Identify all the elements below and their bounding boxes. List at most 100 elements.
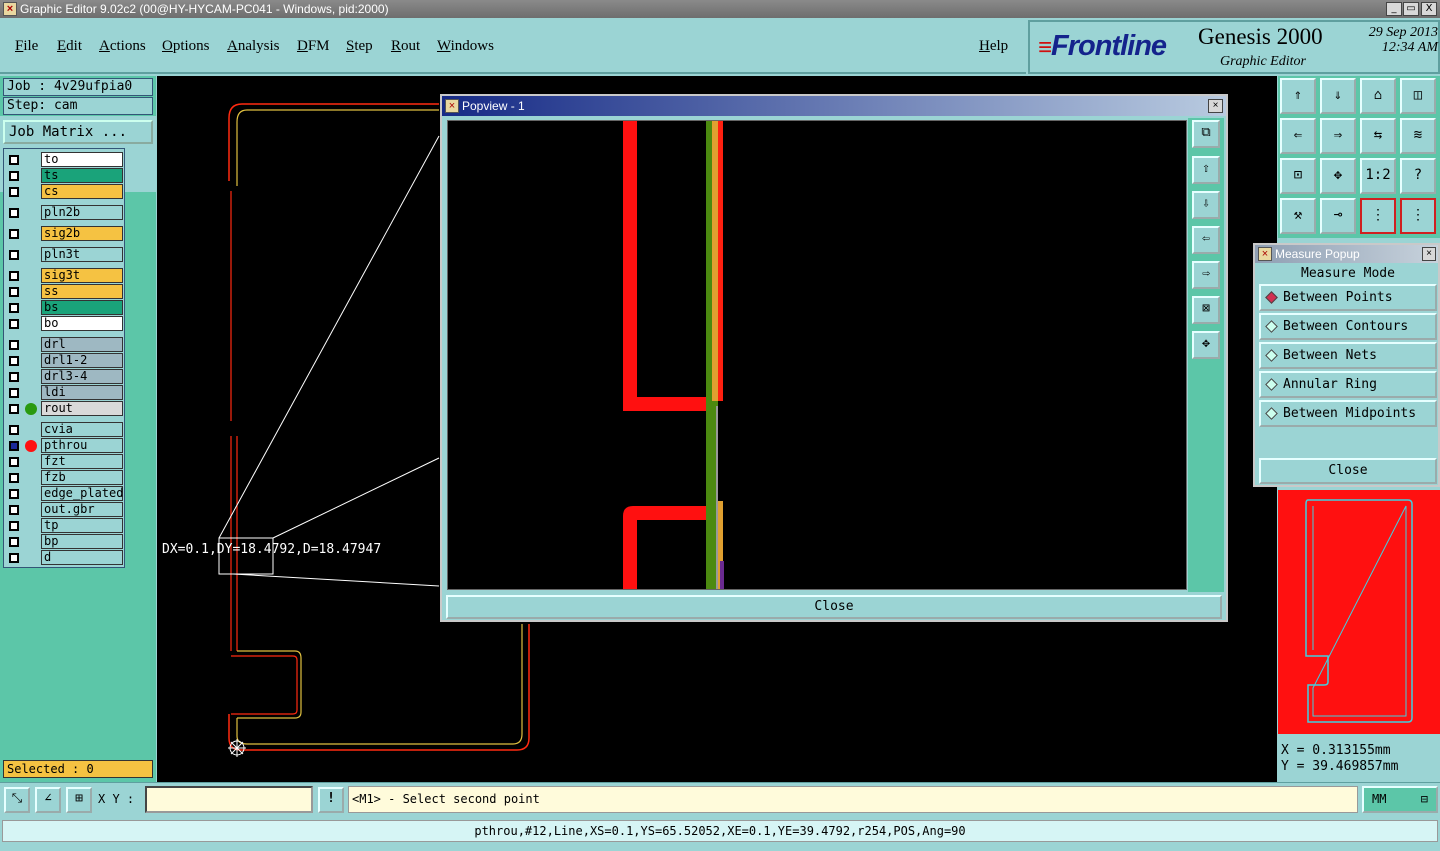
layer-row-sig3t[interactable]: sig3t <box>5 268 125 284</box>
menu-rout[interactable]: Rout <box>391 38 420 55</box>
layer-row-cvia[interactable]: cvia <box>5 422 125 438</box>
close-window-button[interactable]: X <box>1421 2 1437 16</box>
zoom-ratio-button[interactable]: 1:2 <box>1360 158 1396 194</box>
units-select[interactable]: MM ⊟ <box>1362 786 1438 813</box>
layer-name[interactable]: fzt <box>41 454 123 469</box>
layer-name[interactable]: drl1-2 <box>41 353 123 368</box>
minimize-button[interactable]: _ <box>1386 2 1402 16</box>
layer-row-pln3t[interactable]: pln3t <box>5 247 125 263</box>
overview-map[interactable] <box>1278 490 1440 734</box>
pan-left-icon[interactable]: ⇐ <box>1280 118 1316 154</box>
layer-name[interactable]: ldi <box>41 385 123 400</box>
layer-row-cs[interactable]: cs <box>5 184 125 200</box>
grid-icon[interactable]: ⊞ <box>66 787 92 813</box>
layer-name[interactable]: drl <box>41 337 123 352</box>
layer-checkbox[interactable] <box>9 208 19 218</box>
measure-option-between-points[interactable]: Between Points <box>1259 284 1437 311</box>
zoom-center-icon[interactable]: ✥ <box>1320 158 1356 194</box>
pan-right-icon[interactable]: ⇒ <box>1320 118 1356 154</box>
layer-name[interactable]: edge_plated <box>41 486 123 501</box>
measure-option-between-midpoints[interactable]: Between Midpoints <box>1259 400 1437 427</box>
layer-checkbox[interactable] <box>9 250 19 260</box>
zoom-center-icon[interactable]: ✥ <box>1192 331 1220 359</box>
job-matrix-button[interactable]: Job Matrix ... <box>3 120 153 144</box>
measure-tool-icon[interactable]: ⊸ <box>1320 198 1356 234</box>
layer-checkbox[interactable] <box>9 388 19 398</box>
home-icon[interactable]: ⌂ <box>1360 78 1396 114</box>
menu-analysis[interactable]: Analysis <box>227 38 280 55</box>
swap-icon[interactable]: ⇆ <box>1360 118 1396 154</box>
layer-row-pln2b[interactable]: pln2b <box>5 205 125 221</box>
layer-checkbox[interactable] <box>9 489 19 499</box>
layer-row-drl3-4[interactable]: drl3-4 <box>5 369 125 385</box>
layer-checkbox[interactable] <box>9 425 19 435</box>
pan-down-icon[interactable]: ⇩ <box>1192 191 1220 219</box>
xy-input[interactable] <box>145 786 313 813</box>
net-highlight-icon[interactable]: ⋮ <box>1360 198 1396 234</box>
measure-close-button[interactable]: Close <box>1259 458 1437 484</box>
measure-option-between-contours[interactable]: Between Contours <box>1259 313 1437 340</box>
layer-row-drl1-2[interactable]: drl1-2 <box>5 353 125 369</box>
layer-checkbox[interactable] <box>9 356 19 366</box>
layer-name[interactable]: ss <box>41 284 123 299</box>
tools-icon[interactable]: ⚒ <box>1280 198 1316 234</box>
prompt-alert-button[interactable]: ! <box>318 787 344 813</box>
layer-row-sig2b[interactable]: sig2b <box>5 226 125 242</box>
net-select-icon[interactable]: ⋮ <box>1400 198 1436 234</box>
layer-row-fzb[interactable]: fzb <box>5 470 125 486</box>
layer-name[interactable]: drl3-4 <box>41 369 123 384</box>
layer-checkbox[interactable] <box>9 372 19 382</box>
menu-options[interactable]: Options <box>162 38 210 55</box>
layer-checkbox[interactable] <box>9 187 19 197</box>
menu-dfm[interactable]: DFM <box>297 38 330 55</box>
layer-checkbox[interactable] <box>9 441 19 451</box>
pan-up-icon[interactable]: ⇑ <box>1280 78 1316 114</box>
split-view-icon[interactable]: ◫ <box>1400 78 1436 114</box>
zoom-extents-icon[interactable]: ⊡ <box>1280 158 1316 194</box>
layer-name[interactable]: out.gbr <box>41 502 123 517</box>
layer-checkbox[interactable] <box>9 521 19 531</box>
layer-row-to[interactable]: to <box>5 152 125 168</box>
layer-row-bo[interactable]: bo <box>5 316 125 332</box>
layer-checkbox[interactable] <box>9 303 19 313</box>
layer-checkbox[interactable] <box>9 404 19 414</box>
pan-right-icon[interactable]: ⇨ <box>1192 261 1220 289</box>
layer-checkbox[interactable] <box>9 287 19 297</box>
layer-checkbox[interactable] <box>9 505 19 515</box>
layer-row-ts[interactable]: ts <box>5 168 125 184</box>
layer-name[interactable]: pln3t <box>41 247 123 262</box>
maximize-button[interactable]: ▭ <box>1403 2 1419 16</box>
layer-name[interactable]: to <box>41 152 123 167</box>
layer-name[interactable]: cvia <box>41 422 123 437</box>
layer-row-pthrou[interactable]: pthrou <box>5 438 125 454</box>
layer-row-rout[interactable]: rout <box>5 401 125 417</box>
layer-name[interactable]: fzb <box>41 470 123 485</box>
layer-checkbox[interactable] <box>9 553 19 563</box>
layer-checkbox[interactable] <box>9 271 19 281</box>
layer-checkbox[interactable] <box>9 155 19 165</box>
layer-name[interactable]: bo <box>41 316 123 331</box>
popview-close-button[interactable]: Close <box>446 595 1222 619</box>
pan-left-icon[interactable]: ⇦ <box>1192 226 1220 254</box>
zoom-window-icon[interactable]: ⧉ <box>1192 120 1220 148</box>
layer-row-drl[interactable]: drl <box>5 337 125 353</box>
menu-windows[interactable]: Windows <box>437 38 494 55</box>
layer-name[interactable]: bp <box>41 534 123 549</box>
redraw-icon[interactable]: ≋ <box>1400 118 1436 154</box>
angle-snap-icon[interactable]: ∠ <box>35 787 61 813</box>
menu-help[interactable]: Help <box>979 38 1008 55</box>
measure-option-between-nets[interactable]: Between Nets <box>1259 342 1437 369</box>
layer-checkbox[interactable] <box>9 457 19 467</box>
menu-file[interactable]: File <box>15 38 38 55</box>
layer-row-ldi[interactable]: ldi <box>5 385 125 401</box>
snap-icon[interactable]: ⤡ <box>4 787 30 813</box>
layer-checkbox[interactable] <box>9 473 19 483</box>
zoom-fit-icon[interactable]: ⊠ <box>1192 296 1220 324</box>
layer-checkbox[interactable] <box>9 229 19 239</box>
layer-name[interactable]: cs <box>41 184 123 199</box>
layer-checkbox[interactable] <box>9 319 19 329</box>
layer-row-d[interactable]: d <box>5 550 125 566</box>
layer-name[interactable]: ts <box>41 168 123 183</box>
layer-name[interactable]: d <box>41 550 123 565</box>
layer-row-tp[interactable]: tp <box>5 518 125 534</box>
